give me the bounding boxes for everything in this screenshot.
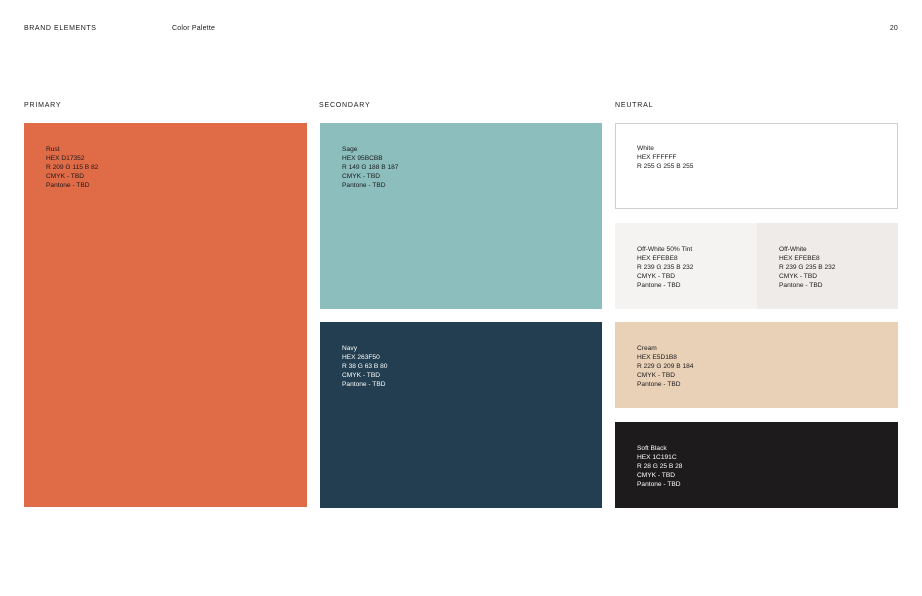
swatch-cmyk: CMYK - TBD — [779, 273, 817, 281]
primary-heading: PRIMARY — [24, 102, 62, 109]
document-subtitle: Color Palette — [172, 25, 216, 32]
swatch-name: Off-White — [779, 246, 807, 253]
swatch-cmyk: CMYK - TBD — [46, 173, 84, 181]
swatch-pantone: Pantone - TBD — [342, 182, 386, 190]
swatch-hex: HEX E5D1B8 — [637, 354, 677, 362]
swatch-cmyk: CMYK - TBD — [637, 472, 675, 480]
swatch-navy: Navy HEX 263F50 R 38 G 63 B 80 CMYK - TB… — [320, 322, 602, 508]
swatch-cream-info: Cream HEX E5D1B8 R 229 G 209 B 184 CMYK … — [637, 344, 693, 389]
swatch-cream: Cream HEX E5D1B8 R 229 G 209 B 184 CMYK … — [615, 322, 898, 408]
swatch-white-info: White HEX FFFFFF R 255 G 255 B 255 — [637, 144, 693, 171]
swatch-name: Sage — [342, 146, 358, 153]
swatch-rgb: R 209 G 115 B 82 — [46, 164, 99, 172]
swatch-offwhite-tint-info: Off-White 50% Tint HEX EFEBE8 R 239 G 23… — [637, 245, 693, 290]
swatch-pantone: Pantone - TBD — [637, 481, 681, 489]
swatch-rgb: R 239 G 235 B 232 — [637, 264, 694, 272]
swatch-cmyk: CMYK - TBD — [342, 372, 380, 380]
document-title: BRAND ELEMENTS — [24, 25, 97, 32]
secondary-heading: SECONDARY — [319, 102, 371, 109]
swatch-name: Cream — [637, 345, 657, 352]
swatch-soft-black-info: Soft Black HEX 1C191C R 28 G 25 B 28 CMY… — [637, 444, 682, 489]
swatch-pantone: Pantone - TBD — [637, 282, 681, 290]
swatch-cmyk: CMYK - TBD — [637, 372, 675, 380]
swatch-rgb: R 149 G 188 B 187 — [342, 164, 399, 172]
swatch-pantone: Pantone - TBD — [637, 381, 681, 389]
swatch-hex: HEX EFEBE8 — [779, 255, 820, 263]
swatch-rust: Rust HEX D17352 R 209 G 115 B 82 CMYK - … — [24, 123, 307, 507]
swatch-offwhite-tint: Off-White 50% Tint HEX EFEBE8 R 239 G 23… — [615, 223, 757, 309]
swatch-rgb: R 38 G 63 B 80 — [342, 363, 388, 371]
page-number: 20 — [889, 25, 898, 32]
swatch-cmyk: CMYK - TBD — [342, 173, 380, 181]
swatch-rust-info: Rust HEX D17352 R 209 G 115 B 82 CMYK - … — [46, 145, 98, 190]
swatch-cmyk: CMYK - TBD — [637, 273, 675, 281]
swatch-rgb: R 239 G 235 B 232 — [779, 264, 836, 272]
swatch-hex: HEX FFFFFF — [637, 154, 677, 162]
swatch-pantone: Pantone - TBD — [779, 282, 823, 290]
swatch-sage-info: Sage HEX 95BCBB R 149 G 188 B 187 CMYK -… — [342, 145, 398, 190]
swatch-sage: Sage HEX 95BCBB R 149 G 188 B 187 CMYK -… — [320, 123, 602, 309]
swatch-name: Rust — [46, 146, 60, 153]
swatch-offwhite: Off-White HEX EFEBE8 R 239 G 235 B 232 C… — [757, 223, 898, 309]
swatch-name: Navy — [342, 345, 358, 352]
swatch-hex: HEX EFEBE8 — [637, 255, 678, 263]
swatch-pantone: Pantone - TBD — [342, 381, 386, 389]
swatch-hex: HEX 95BCBB — [342, 155, 383, 163]
swatch-navy-info: Navy HEX 263F50 R 38 G 63 B 80 CMYK - TB… — [342, 344, 387, 389]
swatch-white: White HEX FFFFFF R 255 G 255 B 255 — [615, 123, 898, 209]
swatch-hex: HEX D17352 — [46, 155, 85, 163]
swatch-rgb: R 255 G 255 B 255 — [637, 163, 694, 171]
swatch-name: Soft Black — [637, 445, 667, 452]
swatch-offwhite-info: Off-White HEX EFEBE8 R 239 G 235 B 232 C… — [779, 245, 835, 290]
swatch-hex: HEX 1C191C — [637, 454, 677, 462]
swatch-soft-black: Soft Black HEX 1C191C R 28 G 25 B 28 CMY… — [615, 422, 898, 508]
swatch-rgb: R 28 G 25 B 28 — [637, 463, 683, 471]
neutral-heading: NEUTRAL — [615, 102, 654, 109]
swatch-hex: HEX 263F50 — [342, 354, 380, 362]
swatch-rgb: R 229 G 209 B 184 — [637, 363, 694, 371]
swatch-pantone: Pantone - TBD — [46, 182, 90, 190]
swatch-name: White — [637, 145, 654, 152]
swatch-name: Off-White 50% Tint — [637, 246, 693, 253]
